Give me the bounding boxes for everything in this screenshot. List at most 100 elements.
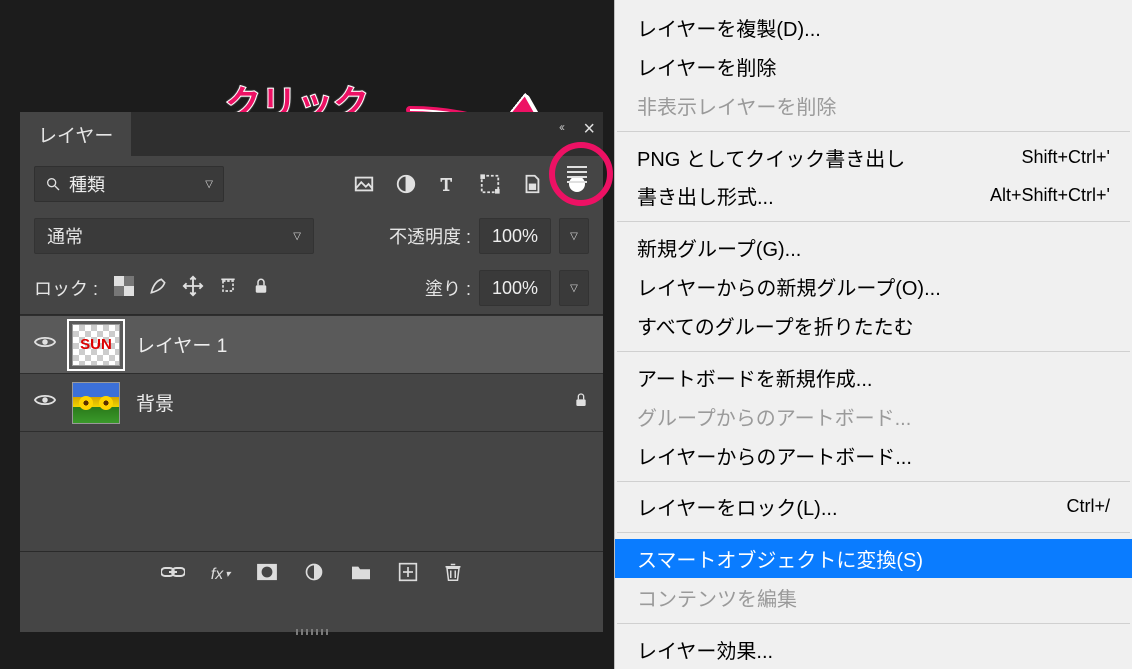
new-group-button[interactable] xyxy=(350,563,372,586)
menu-item-shortcut: Ctrl+/ xyxy=(1066,496,1110,517)
menu-item[interactable]: すべてのグループを折りたたむ xyxy=(615,306,1132,345)
menu-item[interactable]: レイヤー効果... xyxy=(615,630,1132,669)
lock-transparency-icon[interactable] xyxy=(114,276,134,301)
panel-resize-handle[interactable] xyxy=(296,629,328,635)
search-icon xyxy=(45,176,61,192)
menu-item: 非表示レイヤーを削除 xyxy=(615,86,1132,125)
fx-label: fx xyxy=(211,566,223,584)
menu-item[interactable]: レイヤーからの新規グループ(O)... xyxy=(615,267,1132,306)
menu-item-label: PNG としてクイック書き出し xyxy=(637,143,905,172)
menu-item-label: アートボードを新規作成... xyxy=(637,363,872,392)
link-layers-button[interactable] xyxy=(161,564,185,585)
lock-label: ロック : xyxy=(34,275,98,301)
menu-separator xyxy=(617,623,1130,624)
visibility-toggle[interactable] xyxy=(34,392,56,414)
layer-list: SUN レイヤー 1 背景 xyxy=(20,315,603,551)
menu-item[interactable]: レイヤーを複製(D)... xyxy=(615,8,1132,47)
filter-type-icon[interactable]: T xyxy=(437,173,459,195)
menu-separator xyxy=(617,481,1130,482)
layer-name[interactable]: 背景 xyxy=(136,389,557,416)
visibility-toggle[interactable] xyxy=(34,334,56,356)
layer-row[interactable]: SUN レイヤー 1 xyxy=(20,315,603,373)
menu-item-label: レイヤーからの新規グループ(O)... xyxy=(637,272,941,301)
opacity-label: 不透明度 : xyxy=(389,223,471,249)
menu-item-label: レイヤーからのアートボード... xyxy=(637,441,912,470)
new-layer-button[interactable] xyxy=(398,562,418,587)
layer-filter-dropdown[interactable]: 種類 ▽ xyxy=(34,166,224,202)
lock-position-icon[interactable] xyxy=(182,275,204,302)
filter-smartobject-icon[interactable] xyxy=(521,173,543,195)
panel-header: レイヤー ‹‹ × xyxy=(20,112,603,156)
svg-text:T: T xyxy=(441,174,452,194)
opacity-value[interactable]: 100% xyxy=(479,218,551,254)
menu-item-shortcut: Alt+Shift+Ctrl+' xyxy=(990,185,1110,206)
panel-footer: fx ▾ xyxy=(20,551,603,597)
lock-icon xyxy=(573,391,589,415)
layer-name[interactable]: レイヤー 1 xyxy=(136,331,589,358)
layer-list-empty xyxy=(20,431,603,551)
menu-item-label: 新規グループ(G)... xyxy=(637,233,801,262)
menu-item-label: コンテンツを編集 xyxy=(637,583,797,612)
layers-panel: レイヤー ‹‹ × 種類 ▽ xyxy=(20,112,603,632)
menu-item-label: グループからのアートボード... xyxy=(637,402,911,431)
blend-mode-dropdown[interactable]: 通常 ▽ xyxy=(34,218,314,254)
menu-item[interactable]: スマートオブジェクトに変換(S) xyxy=(615,539,1132,578)
layer-filter-row: 種類 ▽ T xyxy=(20,156,603,210)
menu-item[interactable]: アートボードを新規作成... xyxy=(615,358,1132,397)
layer-thumbnail[interactable] xyxy=(72,382,120,424)
chevron-down-icon: ▽ xyxy=(570,231,578,242)
delete-layer-button[interactable] xyxy=(444,562,462,587)
fill-label: 塗り : xyxy=(425,275,471,301)
lock-all-icon[interactable] xyxy=(252,276,270,301)
menu-separator xyxy=(617,131,1130,132)
panel-tab-layers[interactable]: レイヤー xyxy=(20,112,131,156)
lock-pixels-icon[interactable] xyxy=(148,276,168,301)
add-mask-button[interactable] xyxy=(256,563,278,586)
panel-close-button[interactable]: × xyxy=(583,118,595,141)
menu-item-shortcut: Shift+Ctrl+' xyxy=(1022,147,1110,168)
layers-context-menu: レイヤーを複製(D)... レイヤーを削除非表示レイヤーを削除 PNG としてクイッ… xyxy=(614,0,1132,669)
add-adjustment-button[interactable] xyxy=(304,562,324,587)
blend-mode-value: 通常 xyxy=(47,223,83,249)
fill-dropdown-button[interactable]: ▽ xyxy=(559,270,589,306)
blend-opacity-row: 通常 ▽ 不透明度 : 100% ▽ xyxy=(20,210,603,262)
menu-separator xyxy=(617,351,1130,352)
menu-item[interactable]: PNG としてクイック書き出し Shift+Ctrl+' xyxy=(615,138,1132,177)
menu-item: グループからのアートボード... xyxy=(615,397,1132,436)
menu-item-label: 非表示レイヤーを削除 xyxy=(637,91,836,120)
menu-item-label: レイヤーをロック(L)... xyxy=(637,492,838,521)
filter-shape-icon[interactable] xyxy=(479,173,501,195)
menu-item[interactable]: レイヤーからのアートボード... xyxy=(615,436,1132,475)
menu-separator xyxy=(617,532,1130,533)
menu-item-label: 書き出し形式... xyxy=(637,181,774,210)
menu-item: コンテンツを編集 xyxy=(615,578,1132,617)
menu-item[interactable]: 新規グループ(G)... xyxy=(615,228,1132,267)
menu-item-label: スマートオブジェクトに変換(S) xyxy=(637,544,923,573)
panel-collapse-button[interactable]: ‹‹ xyxy=(559,120,563,134)
chevron-down-icon: ▽ xyxy=(205,179,213,190)
filter-pixel-icon[interactable] xyxy=(353,173,375,195)
lock-artboard-icon[interactable] xyxy=(218,276,238,301)
chevron-down-icon: ▽ xyxy=(570,283,578,294)
menu-item[interactable]: 書き出し形式... Alt+Shift+Ctrl+' xyxy=(615,176,1132,215)
menu-item[interactable]: レイヤーを削除 xyxy=(615,47,1132,86)
layer-filter-label: 種類 xyxy=(69,171,105,197)
chevron-down-icon: ▽ xyxy=(293,231,301,242)
thumb-text: SUN xyxy=(80,336,112,353)
layer-thumbnail[interactable]: SUN xyxy=(72,324,120,366)
menu-item-label: レイヤー効果... xyxy=(637,635,773,664)
layer-effects-button[interactable]: fx ▾ xyxy=(211,566,230,584)
opacity-dropdown-button[interactable]: ▽ xyxy=(559,218,589,254)
menu-separator xyxy=(617,221,1130,222)
menu-item-label: レイヤーを削除 xyxy=(637,52,776,81)
menu-item-label: すべてのグループを折りたたむ xyxy=(637,311,914,340)
hamburger-icon xyxy=(567,166,587,183)
lock-fill-row: ロック : 塗り : 100% ▽ xyxy=(20,262,603,314)
menu-item[interactable]: レイヤーをロック(L)... Ctrl+/ xyxy=(615,487,1132,526)
filter-adjustment-icon[interactable] xyxy=(395,173,417,195)
layer-row[interactable]: 背景 xyxy=(20,373,603,431)
chevron-down-icon: ▾ xyxy=(225,569,230,580)
panel-menu-button[interactable] xyxy=(559,156,595,192)
fill-value[interactable]: 100% xyxy=(479,270,551,306)
menu-item-label: レイヤーを複製(D)... xyxy=(637,13,821,42)
